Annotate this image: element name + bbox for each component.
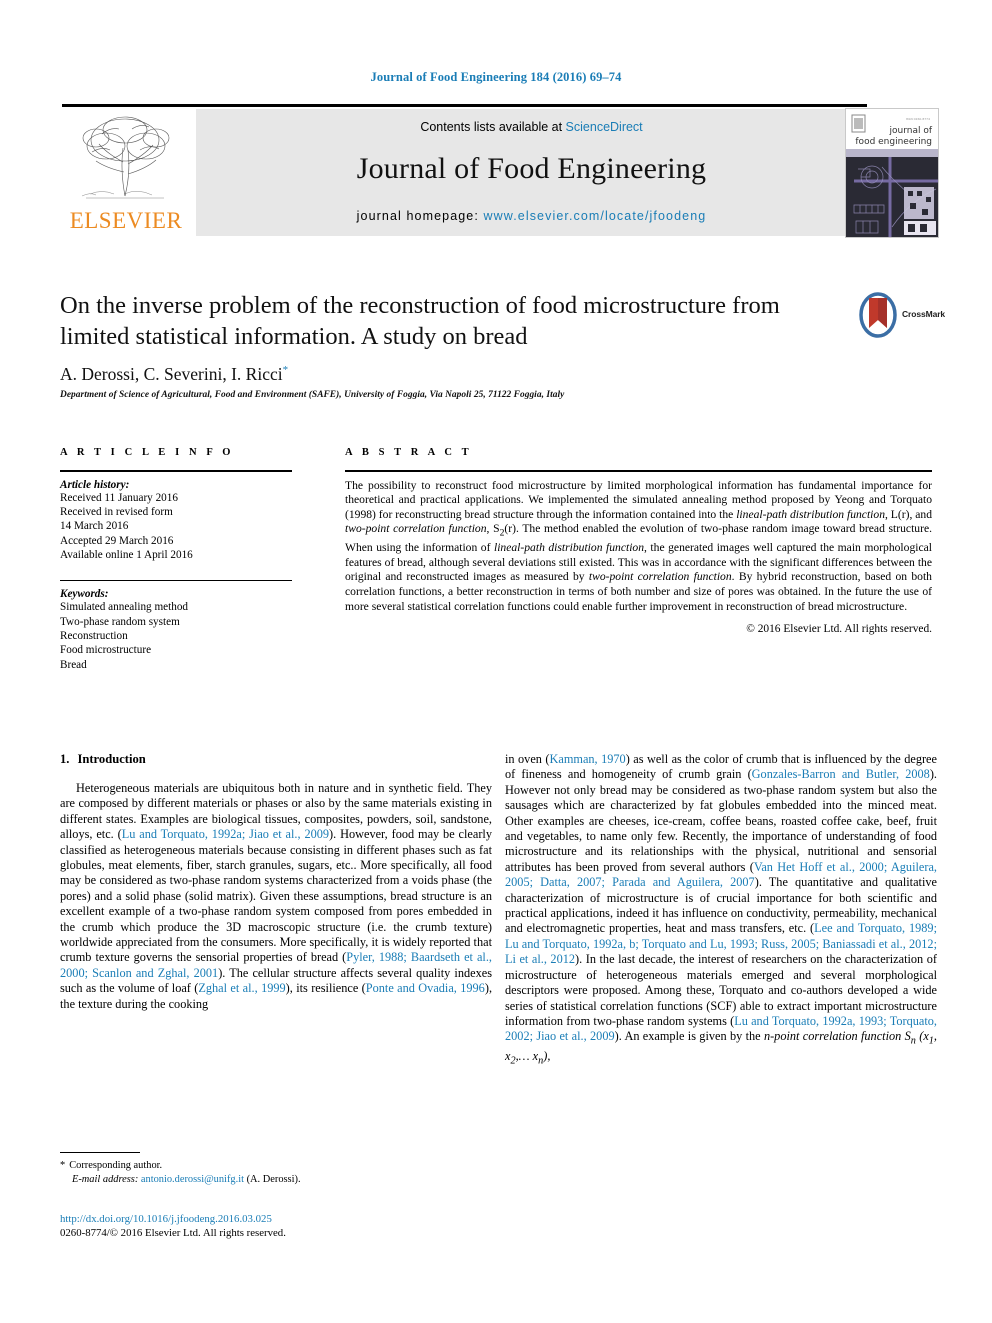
keyword-item: Simulated annealing method [60,601,189,614]
history-item: Received in revised form [60,506,173,518]
abstract-heading: A B S T R A C T [345,447,473,458]
body-column-right: in oven (Kamman, 1970) as well as the co… [505,752,937,1069]
corresponding-author-line: * Corresponding author. [60,1159,492,1173]
author-names: A. Derossi, C. Severini, I. Ricci [60,364,283,384]
svg-text:journal of: journal of [888,126,932,136]
body-column-left: 1. Introduction Heterogeneous materials a… [60,752,492,1012]
history-item: 14 March 2016 [60,520,129,533]
crossmark-badge[interactable]: CrossMark [856,292,945,340]
citation-link[interactable]: Ponte and Ovadia, 1996 [366,981,485,995]
elsevier-wordmark: ELSEVIER [69,208,183,233]
section-heading-introduction: 1. Introduction [60,752,492,767]
keywords-rule [60,579,292,582]
history-item: Received 11 January 2016 [60,491,178,504]
elsevier-tree-icon [66,110,184,206]
title-block: On the inverse problem of the reconstruc… [60,290,840,352]
masthead-top-rule [62,104,867,107]
citation-link[interactable]: Gonzales-Barron and Butler, 2008 [752,767,930,781]
paper-page: Journal of Food Engineering 184 (2016) 6… [0,0,992,1323]
keywords-label: Keywords: [60,588,109,601]
affiliation: Department of Science of Agricultural, F… [60,390,565,400]
intro-paragraph-continued: in oven (Kamman, 1970) as well as the co… [505,752,937,1067]
journal-homepage-link[interactable]: www.elsevier.com/locate/jfoodeng [484,209,707,223]
article-info-section: A R T I C L E I N F O Article history: R… [60,447,292,672]
author-list: A. Derossi, C. Severini, I. Ricci* [60,364,288,385]
email-line: E-mail address: antonio.derossi@unifg.it… [60,1173,492,1187]
issn-copyright-line: 0260-8774/© 2016 Elsevier Ltd. All right… [60,1227,286,1239]
article-history-label: Article history: [60,478,130,491]
journal-homepage-line: journal homepage: www.elsevier.com/locat… [196,209,867,223]
keyword-item: Food microstructure [60,644,152,657]
journal-masthead: Contents lists available at ScienceDirec… [62,104,930,236]
contents-available-line: Contents lists available at ScienceDirec… [196,120,867,134]
email-label: E-mail address: [72,1173,139,1185]
asterisk-icon: * [60,1160,66,1171]
contents-prefix: Contents lists available at [420,120,566,134]
email-link[interactable]: antonio.derossi@unifg.it [141,1174,244,1185]
article-info-rule [60,470,292,472]
footnote-rule [60,1152,140,1153]
citation-link[interactable]: Kamman, 1970 [549,752,625,766]
abstract-copyright: © 2016 Elsevier Ltd. All rights reserved… [746,623,932,636]
publication-footer: http://dx.doi.org/10.1016/j.jfoodeng.201… [60,1212,520,1240]
history-item: Accepted 29 March 2016 [60,534,174,547]
section-title: Introduction [77,752,146,766]
citation-link[interactable]: Van Het Hoff et al., 2000; Aguilera, 200… [505,860,937,889]
svg-text:ISSN 0260-8774: ISSN 0260-8774 [906,117,930,121]
email-owner: (A. Derossi). [246,1173,301,1185]
citation-link[interactable]: Zghal et al., 1999 [198,981,285,995]
history-item: Available online 1 April 2016 [60,549,193,562]
crossmark-label: CrossMark [902,309,946,319]
running-head: Journal of Food Engineering 184 (2016) 6… [370,70,622,84]
citation-link[interactable]: Pyler, 1988; Baardseth et al., 2000; Sca… [60,950,492,979]
sciencedirect-link[interactable]: ScienceDirect [566,120,643,134]
page-title: On the inverse problem of the reconstruc… [60,292,780,350]
abstract-text: The possibility to reconstruct food micr… [345,478,933,613]
elsevier-logo: ELSEVIER [62,110,190,236]
citation-link[interactable]: Lee and Torquato, 1989; Lu and Torquato,… [505,921,937,966]
journal-cover-thumbnail: ISSN 0260-8774 journal of food engineeri… [845,108,939,238]
abstract-section: A B S T R A C T The possibility to recon… [345,447,932,635]
citation-link[interactable]: Lu and Torquato, 1992a; Jiao et al., 200… [122,827,329,841]
abstract-rule [345,470,932,472]
article-info-heading: A R T I C L E I N F O [60,447,235,458]
keyword-item: Two-phase random system [60,615,180,628]
homepage-prefix: journal homepage: [356,209,484,223]
intro-paragraph-1: Heterogeneous materials are ubiquitous b… [60,781,493,1011]
doi-link[interactable]: http://dx.doi.org/10.1016/j.jfoodeng.201… [60,1212,520,1226]
keyword-item: Reconstruction [60,630,128,643]
corresponding-author-footnote: * Corresponding author. E-mail address: a… [60,1152,492,1186]
corresponding-author-text: Corresponding author. [69,1160,163,1171]
journal-title: Journal of Food Engineering [356,152,707,185]
corresponding-author-marker: * [282,364,289,377]
svg-text:food engineering: food engineering [855,137,932,147]
keyword-item: Bread [60,658,87,671]
section-number: 1. [60,752,70,766]
